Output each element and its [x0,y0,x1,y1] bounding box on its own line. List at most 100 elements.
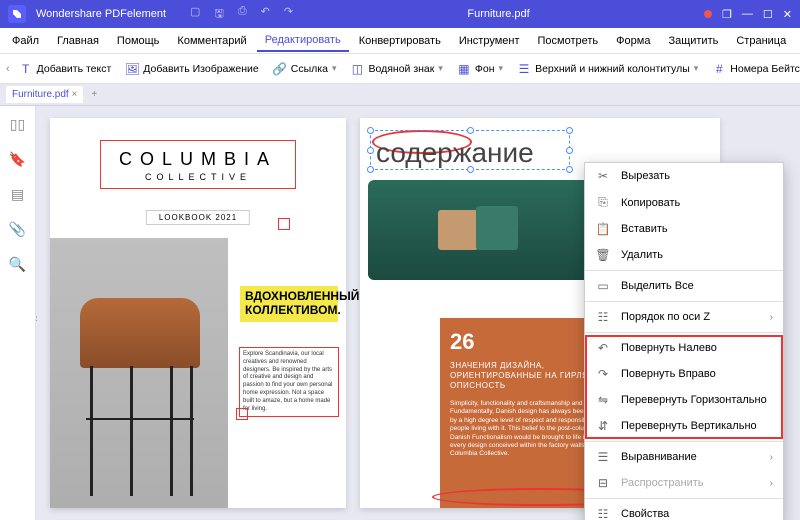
link-button[interactable]: 🔗Ссылка▾ [268,59,342,79]
add-text-button[interactable]: TДобавить текст [14,59,117,79]
lookbook-label: LOOKBOOK 2021 [146,210,250,225]
headline: ВДОХНОВЛЕННЫЙ КОЛЛЕКТИВОМ. [240,286,338,322]
chevron-right-icon: › [770,312,773,323]
canvas[interactable]: ‹ COLUMBIA COLLECTIVE LOOKBOOK 2021 ВДОХ… [36,106,800,520]
menu-view[interactable]: Посмотреть [530,31,607,51]
tab-close-icon[interactable]: × [71,89,77,100]
chevron-right-icon: › [770,452,773,463]
menu-form[interactable]: Форма [608,31,658,51]
bates-button[interactable]: #Номера Бейтса▾ [707,59,800,79]
canvas-prev-icon[interactable]: ‹ [36,313,38,325]
menu-help[interactable]: Помощь [109,31,168,51]
menu-file[interactable]: Файл [4,31,47,51]
search-icon[interactable]: 🔍 [9,256,26,273]
copy-icon: ⎘ [595,195,611,210]
z-order-icon: ☷ [595,310,611,324]
menu-protect[interactable]: Защитить [660,31,726,51]
new-tab-button[interactable]: + [91,89,97,100]
ctx-flip-horizontal[interactable]: ⇋Перевернуть Горизонтально [585,387,783,413]
document-title: Furniture.pdf [303,8,694,20]
selected-heading[interactable]: содержание [370,134,540,172]
thumbnails-icon[interactable]: ▯▯ [10,116,25,133]
ctx-delete[interactable]: 🗑Удалить [585,242,783,268]
brand-logo-box: COLUMBIA COLLECTIVE [100,140,296,189]
chair-image [50,238,228,508]
selection-handle[interactable] [566,147,573,154]
save-icon[interactable]: 🖫 [214,5,223,24]
ctx-select-all[interactable]: ▭Выделить Все [585,273,783,299]
menu-convert[interactable]: Конвертировать [351,31,449,51]
document-tab[interactable]: Furniture.pdf × [6,86,83,103]
selection-handle[interactable] [566,127,573,134]
delete-icon: 🗑 [595,248,611,262]
ctx-copy[interactable]: ⎘Копировать [585,189,783,216]
add-image-button[interactable]: 🖼Добавить Изображение [120,59,263,79]
menu-page[interactable]: Страница [728,31,794,51]
menu-home[interactable]: Главная [49,31,107,51]
app-name: Wondershare PDFelement [36,8,166,20]
menubar: Файл Главная Помощь Комментарий Редактир… [0,28,800,54]
app-logo [8,5,26,23]
background-button[interactable]: ▦Фон▾ [452,59,508,79]
redo-icon[interactable]: ↷ [284,5,293,24]
notification-dot[interactable] [704,10,712,18]
window-restore-icon[interactable]: ❐ [722,8,732,21]
chevron-down-icon: ▾ [499,63,504,74]
cut-icon: ✂ [595,169,611,183]
rotate-left-icon: ↶ [595,341,611,355]
image-icon: 🖼 [125,62,139,76]
annotation-square [278,218,290,230]
document-tabs: Furniture.pdf × + [0,84,800,106]
layers-icon[interactable]: ▤ [11,186,24,203]
selection-handle[interactable] [467,127,474,134]
sidebar: ▯▯ 🔖 ▤ 📎 🔍 [0,106,36,520]
chevron-right-icon: › [770,478,773,489]
attachment-icon[interactable]: 📎 [9,221,26,238]
page-1[interactable]: COLUMBIA COLLECTIVE LOOKBOOK 2021 ВДОХНО… [50,118,346,508]
menu-edit[interactable]: Редактировать [257,30,349,52]
body-text: Explore Scandinavia, our local creatives… [240,348,338,416]
toolbar: ‹ TДобавить текст 🖼Добавить Изображение … [0,54,800,84]
chevron-down-icon: ▾ [694,63,699,74]
bates-icon: # [712,62,726,76]
ctx-align[interactable]: ☰Выравнивание› [585,444,783,470]
header-footer-button[interactable]: ☰Верхний и нижний колонтитулы▾ [512,59,703,79]
brand-name: COLUMBIA [119,149,277,170]
align-icon: ☰ [595,450,611,464]
open-icon[interactable]: ▢ [190,5,200,24]
background-icon: ▦ [457,62,471,76]
ctx-paste[interactable]: 📋Вставить [585,216,783,242]
ctx-z-order[interactable]: ☷Порядок по оси Z› [585,304,783,330]
ctx-distribute[interactable]: ⊟Распространить› [585,470,783,496]
ctx-properties[interactable]: ☷Свойства [585,501,783,520]
annotation-square [236,408,248,420]
flip-h-icon: ⇋ [595,393,611,407]
minimize-icon[interactable]: — [742,8,753,20]
toolbar-prev-icon[interactable]: ‹ [6,63,10,75]
properties-icon: ☷ [595,507,611,520]
ctx-cut[interactable]: ✂Вырезать [585,163,783,189]
ctx-flip-vertical[interactable]: ⇵Перевернуть Вертикально [585,413,783,439]
watermark-icon: ◫ [350,62,364,76]
menu-comment[interactable]: Комментарий [169,31,254,51]
close-icon[interactable]: ✕ [783,8,792,21]
ctx-rotate-left[interactable]: ↶Повернуть Налево [585,335,783,361]
paste-icon: 📋 [595,222,611,236]
selection-handle[interactable] [367,127,374,134]
distribute-icon: ⊟ [595,476,611,490]
quick-icons: ▢ 🖫 ⎙ ↶ ↷ [190,5,293,24]
print-icon[interactable]: ⎙ [238,5,247,24]
header-footer-icon: ☰ [517,62,531,76]
watermark-button[interactable]: ◫Водяной знак▾ [345,59,447,79]
undo-icon[interactable]: ↶ [261,5,270,24]
bookmark-icon[interactable]: 🔖 [9,151,26,168]
maximize-icon[interactable]: ☐ [763,8,773,21]
ctx-rotate-right[interactable]: ↷Повернуть Вправо [585,361,783,387]
link-icon: 🔗 [273,62,287,76]
menu-tool[interactable]: Инструмент [451,31,528,51]
select-all-icon: ▭ [595,279,611,293]
flip-v-icon: ⇵ [595,419,611,433]
brand-subtitle: COLLECTIVE [119,172,277,182]
selection-handle[interactable] [566,166,573,173]
rotate-right-icon: ↷ [595,367,611,381]
